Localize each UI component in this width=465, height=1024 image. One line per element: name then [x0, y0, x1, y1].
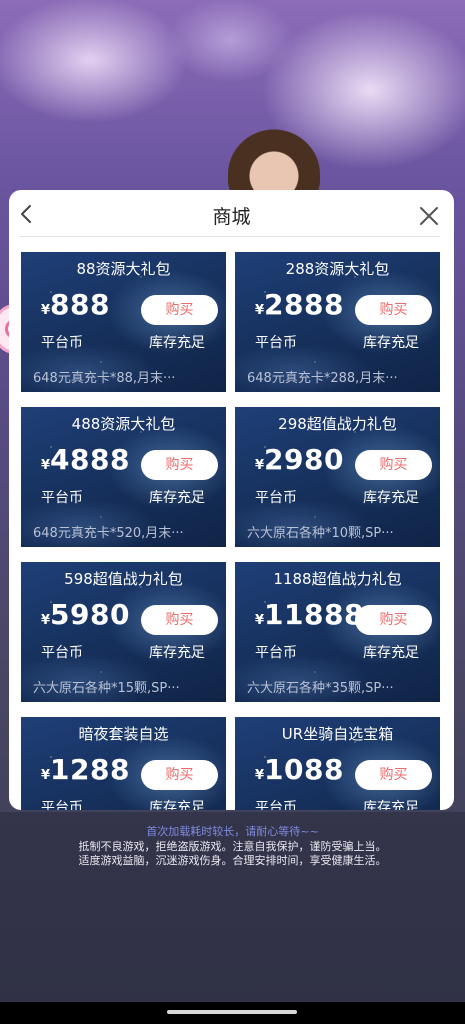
product-name: UR坐骑自选宝箱: [281, 725, 394, 743]
product-description: 648元真充卡*520,月末···: [33, 526, 184, 541]
buy-button[interactable]: 购买: [355, 605, 432, 635]
yen-symbol: ¥: [41, 303, 51, 318]
product-card[interactable]: 598超值战力礼包 ¥5980 购买 平台币 库存充足 六大原石各种*15颗,S…: [21, 562, 226, 702]
product-price: ¥2888: [255, 288, 344, 321]
product-price: ¥11888: [255, 598, 364, 631]
product-description: 六大原石各种*35颗,SP···: [247, 681, 394, 696]
product-name: 598超值战力礼包: [64, 570, 183, 588]
stock-status: 库存充足: [149, 800, 205, 810]
buy-button[interactable]: 购买: [141, 295, 218, 325]
price-amount: 11888: [264, 598, 364, 631]
buy-button[interactable]: 购买: [355, 450, 432, 480]
product-description: 648元真充卡*288,月末···: [247, 371, 398, 386]
product-name: 暗夜套装自选: [78, 725, 169, 743]
currency-label: 平台币: [41, 800, 83, 810]
yen-symbol: ¥: [255, 303, 265, 318]
product-name: 298超值战力礼包: [278, 415, 397, 433]
shop-title: 商城: [212, 206, 251, 228]
stock-status: 库存充足: [363, 490, 419, 506]
currency-label: 平台币: [41, 645, 83, 661]
currency-label: 平台币: [41, 335, 83, 351]
yen-symbol: ¥: [255, 613, 265, 628]
product-price: ¥2980: [255, 443, 344, 476]
price-amount: 2888: [264, 288, 344, 321]
product-card[interactable]: 88资源大礼包 ¥888 购买 平台币 库存充足 648元真充卡*88,月末··…: [21, 252, 226, 392]
home-indicator[interactable]: [167, 1010, 297, 1014]
buy-button[interactable]: 购买: [141, 450, 218, 480]
product-card[interactable]: 288资源大礼包 ¥2888 购买 平台币 库存充足 648元真充卡*288,月…: [235, 252, 440, 392]
stock-status: 库存充足: [363, 800, 419, 810]
close-button[interactable]: [415, 202, 443, 230]
yen-symbol: ¥: [41, 613, 51, 628]
yen-symbol: ¥: [255, 768, 265, 783]
product-card[interactable]: 488资源大礼包 ¥4888 购买 平台币 库存充足 648元真充卡*520,月…: [21, 407, 226, 547]
price-amount: 888: [50, 288, 110, 321]
header-divider: [20, 236, 440, 237]
product-description: 六大原石各种*15颗,SP···: [33, 681, 180, 696]
product-price: ¥888: [41, 288, 110, 321]
price-amount: 1088: [264, 753, 344, 786]
yen-symbol: ¥: [41, 768, 51, 783]
currency-label: 平台币: [255, 800, 297, 810]
shop-header: 商城: [9, 190, 454, 236]
price-amount: 4888: [50, 443, 130, 476]
buy-button[interactable]: 购买: [355, 295, 432, 325]
currency-label: 平台币: [255, 645, 297, 661]
product-price: ¥1288: [41, 753, 130, 786]
stock-status: 库存充足: [363, 335, 419, 351]
stock-status: 库存充足: [149, 490, 205, 506]
price-amount: 5980: [50, 598, 130, 631]
stock-status: 库存充足: [363, 645, 419, 661]
close-icon: [420, 207, 438, 225]
currency-label: 平台币: [255, 490, 297, 506]
currency-label: 平台币: [255, 335, 297, 351]
product-card[interactable]: UR坐骑自选宝箱 ¥1088 购买 平台币 库存充足: [235, 717, 440, 810]
stock-status: 库存充足: [149, 645, 205, 661]
health-notice-line-2: 适度游戏益脑，沉迷游戏伤身。合理安排时间，享受健康生活。: [78, 854, 387, 867]
product-price: ¥4888: [41, 443, 130, 476]
shop-dialog: 商城 88资源大礼包 ¥888 购买 平台币 库存充足 648元真充卡*88,月…: [9, 190, 454, 810]
product-description: 六大原石各种*10颗,SP···: [247, 526, 394, 541]
buy-button[interactable]: 购买: [355, 760, 432, 790]
product-price: ¥1088: [255, 753, 344, 786]
product-description: 648元真充卡*88,月末···: [33, 371, 176, 386]
product-card[interactable]: 298超值战力礼包 ¥2980 购买 平台币 库存充足 六大原石各种*10颗,S…: [235, 407, 440, 547]
yen-symbol: ¥: [255, 458, 265, 473]
product-name: 488资源大礼包: [71, 415, 176, 433]
price-amount: 2980: [264, 443, 344, 476]
product-name: 288资源大礼包: [285, 260, 390, 278]
product-card[interactable]: 暗夜套装自选 ¥1288 购买 平台币 库存充足: [21, 717, 226, 810]
price-amount: 1288: [50, 753, 130, 786]
buy-button[interactable]: 购买: [141, 760, 218, 790]
product-price: ¥5980: [41, 598, 130, 631]
product-grid[interactable]: 88资源大礼包 ¥888 购买 平台币 库存充足 648元真充卡*88,月末··…: [9, 252, 454, 810]
product-name: 88资源大礼包: [76, 260, 171, 278]
loading-tip: 首次加载耗时较长，请耐心等待~~: [146, 825, 319, 838]
product-card[interactable]: 1188超值战力礼包 ¥11888 购买 平台币 库存充足 六大原石各种*35颗…: [235, 562, 440, 702]
stock-status: 库存充足: [149, 335, 205, 351]
buy-button[interactable]: 购买: [141, 605, 218, 635]
product-name: 1188超值战力礼包: [273, 570, 402, 588]
yen-symbol: ¥: [41, 458, 51, 473]
currency-label: 平台币: [41, 490, 83, 506]
